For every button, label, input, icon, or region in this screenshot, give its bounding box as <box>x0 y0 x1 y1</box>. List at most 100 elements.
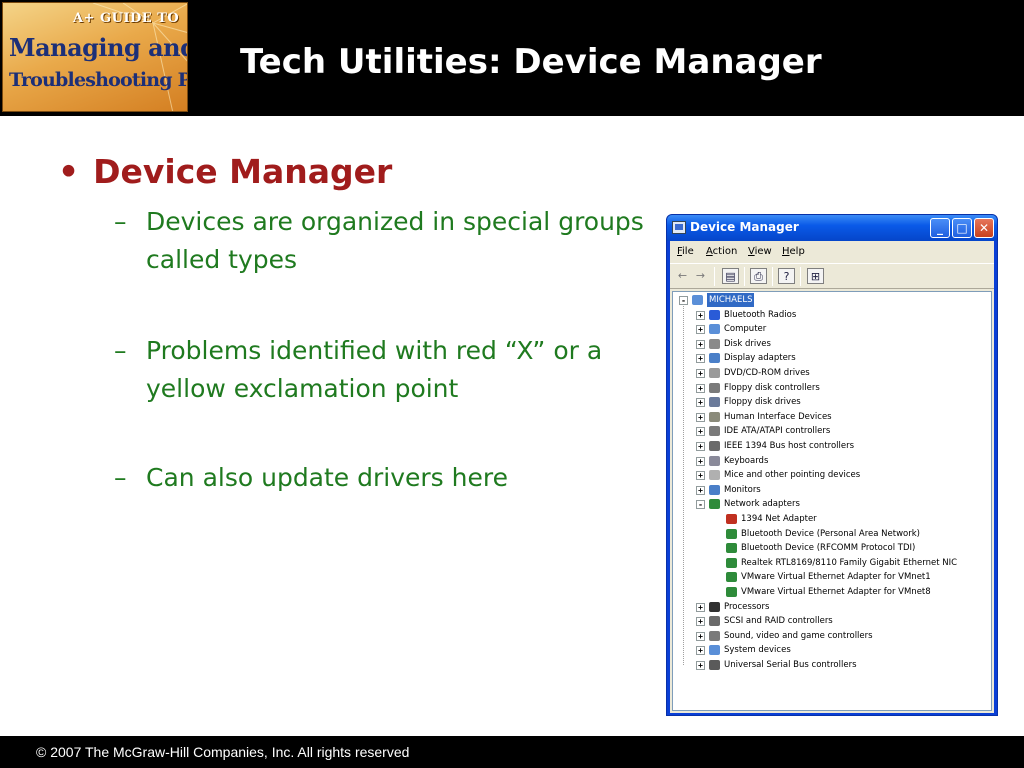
menu-file[interactable]: File <box>677 246 694 257</box>
tree-row[interactable]: + Disk drives <box>673 337 991 351</box>
tree-row[interactable]: + IDE ATA/ATAPI controllers <box>673 424 991 438</box>
bullet-dot: • <box>58 152 80 191</box>
expand-toggle[interactable]: + <box>696 617 705 627</box>
collapse-toggle[interactable]: - <box>696 500 705 510</box>
tree-row[interactable]: + Mice and other pointing devices <box>673 468 991 482</box>
menu-view[interactable]: View <box>748 246 772 257</box>
window-client-area: File Action View Help ← → ▤ ⎙ ? ⊞ - MICHA… <box>670 241 994 713</box>
tree-row[interactable]: + IEEE 1394 Bus host controllers <box>673 439 991 453</box>
sub-bullet-2: – Problems identified with red “X” or a … <box>114 332 654 408</box>
tree-row[interactable]: + Floppy disk drives <box>673 395 991 409</box>
expand-toggle[interactable]: + <box>696 325 705 335</box>
tree-row[interactable]: Bluetooth Device (Personal Area Network) <box>673 527 991 541</box>
processor-icon <box>709 601 720 612</box>
footer-bar: © 2007 The McGraw-Hill Companies, Inc. A… <box>0 736 1024 768</box>
tree-row[interactable]: VMware Virtual Ethernet Adapter for VMne… <box>673 585 991 599</box>
device-manager-icon <box>672 221 686 234</box>
tree-row-label: DVD/CD-ROM drives <box>724 368 810 378</box>
usb-icon <box>709 660 720 670</box>
tree-row[interactable]: + Bluetooth Radios <box>673 308 991 322</box>
expand-toggle[interactable]: + <box>696 354 705 364</box>
expand-toggle[interactable]: + <box>696 369 705 378</box>
collapse-toggle[interactable]: - <box>679 296 688 305</box>
tree-row[interactable]: - Network adapters <box>673 497 991 511</box>
tree-row[interactable]: + Computer <box>673 322 991 336</box>
book-logo: A+ GUIDE TO Managing and Troubleshooting… <box>2 2 188 112</box>
menu-action[interactable]: Action <box>706 246 737 257</box>
expand-toggle[interactable]: + <box>696 646 705 656</box>
help-icon[interactable]: ? <box>778 268 795 284</box>
expand-toggle[interactable]: + <box>696 383 705 393</box>
expand-toggle[interactable]: + <box>696 442 705 451</box>
menu-help[interactable]: Help <box>782 246 805 257</box>
tree-row[interactable]: + SCSI and RAID controllers <box>673 614 991 628</box>
window-title: Device Manager <box>690 220 799 234</box>
properties-icon[interactable]: ▤ <box>722 268 739 284</box>
disk-drive-icon <box>709 338 720 349</box>
toolbar-separator <box>714 267 715 286</box>
tree-row-label: MICHAELS <box>707 293 755 307</box>
sub-bullet-dash: – <box>114 336 127 365</box>
network-card-icon <box>726 543 737 554</box>
menu-bar: File Action View Help <box>670 241 994 263</box>
scan-hardware-icon[interactable]: ⊞ <box>807 268 824 284</box>
tree-row[interactable]: 1394 Net Adapter <box>673 512 991 526</box>
expand-toggle[interactable]: + <box>696 427 705 437</box>
tree-row-label: System devices <box>724 645 791 656</box>
main-bullet: • Device Manager <box>58 152 392 191</box>
expand-toggle[interactable]: + <box>696 602 705 612</box>
network-card-icon <box>726 557 737 568</box>
expand-toggle[interactable]: + <box>696 471 705 481</box>
expand-toggle[interactable]: + <box>696 339 705 349</box>
sub-bullet-3: – Can also update drivers here <box>114 459 534 497</box>
device-tree: - MICHAELS + Bluetooth Radios + Computer + Disk… <box>672 291 992 711</box>
minimize-button[interactable]: _ <box>930 218 950 238</box>
expand-toggle[interactable]: + <box>696 661 705 670</box>
tree-row-label: Processors <box>724 601 770 612</box>
system-devices-icon <box>709 645 720 656</box>
expand-toggle[interactable]: + <box>696 412 705 422</box>
window-titlebar[interactable]: Device Manager _ □ ✕ <box>667 215 997 241</box>
main-bullet-text: Device Manager <box>93 152 393 191</box>
tree-row[interactable]: + Sound, video and game controllers <box>673 629 991 643</box>
expand-toggle[interactable]: + <box>696 398 705 408</box>
tree-row[interactable]: + Universal Serial Bus controllers <box>673 658 991 672</box>
tree-row-label: Bluetooth Device (RFCOMM Protocol TDI) <box>741 543 916 554</box>
tree-row[interactable]: + DVD/CD-ROM drives <box>673 366 991 380</box>
expand-toggle[interactable]: + <box>696 310 705 320</box>
monitor-icon <box>709 484 720 495</box>
header-bar: A+ GUIDE TO Managing and Troubleshooting… <box>0 0 1024 116</box>
sub-bullet-text: Can also update drivers here <box>146 463 508 492</box>
close-button[interactable]: ✕ <box>974 218 994 238</box>
bluetooth-icon <box>709 309 720 320</box>
device-manager-window: Device Manager _ □ ✕ File Action View He… <box>666 214 998 716</box>
tree-row[interactable]: + Display adapters <box>673 351 991 365</box>
tree-row-label: Realtek RTL8169/8110 Family Gigabit Ethe… <box>741 557 958 568</box>
print-icon[interactable]: ⎙ <box>750 268 767 284</box>
expand-toggle[interactable]: + <box>696 631 705 641</box>
toolbar-separator <box>744 267 745 286</box>
back-arrow-icon[interactable]: ← <box>674 268 691 284</box>
tree-row[interactable]: - MICHAELS <box>673 293 991 307</box>
tree-row[interactable]: VMware Virtual Ethernet Adapter for VMne… <box>673 570 991 584</box>
tree-row-label: IDE ATA/ATAPI controllers <box>724 426 831 437</box>
sub-bullet-dash: – <box>114 207 127 236</box>
tree-row[interactable]: + Keyboards <box>673 454 991 468</box>
tree-row[interactable]: Bluetooth Device (RFCOMM Protocol TDI) <box>673 541 991 555</box>
tree-row[interactable]: + Human Interface Devices <box>673 410 991 424</box>
tree-row-label: Mice and other pointing devices <box>724 470 861 481</box>
tree-row[interactable]: + Floppy disk controllers <box>673 381 991 395</box>
tree-row[interactable]: + Monitors <box>673 483 991 497</box>
expand-toggle[interactable]: + <box>696 485 705 495</box>
tree-row-label: VMware Virtual Ethernet Adapter for VMne… <box>741 587 931 597</box>
tree-row-label: Floppy disk drives <box>724 397 801 408</box>
computer-icon <box>709 324 720 335</box>
hid-icon <box>709 411 720 422</box>
tree-row-label: Disk drives <box>724 338 771 349</box>
forward-arrow-icon[interactable]: → <box>692 268 709 284</box>
tree-row[interactable]: Realtek RTL8169/8110 Family Gigabit Ethe… <box>673 556 991 570</box>
tree-row[interactable]: + System devices <box>673 643 991 657</box>
tree-row[interactable]: + Processors <box>673 600 991 614</box>
expand-toggle[interactable]: + <box>696 456 705 466</box>
maximize-button[interactable]: □ <box>952 218 972 238</box>
